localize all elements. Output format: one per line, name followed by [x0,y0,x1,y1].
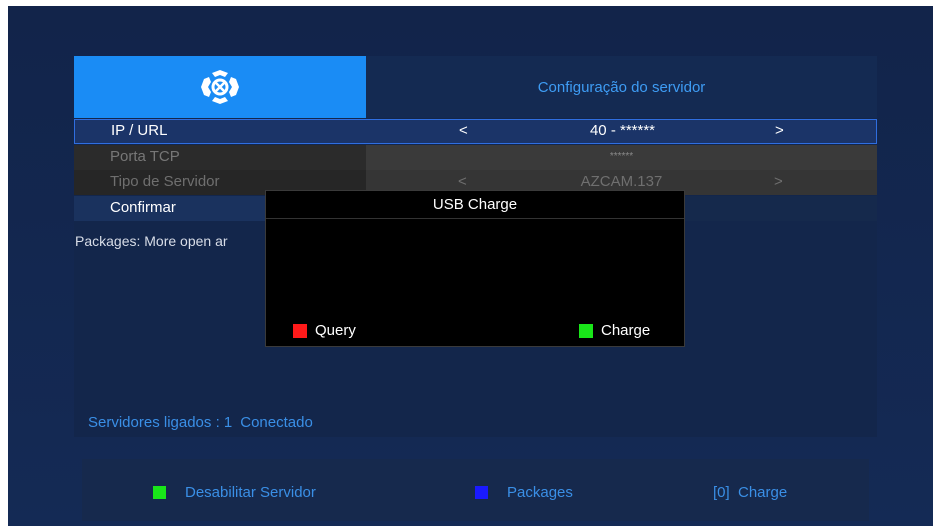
server-type-right-arrow[interactable]: > [774,173,783,190]
red-key-icon [293,323,307,338]
confirm-button[interactable]: Confirmar [110,199,176,216]
query-label: Query [315,322,356,339]
server-type-value: AZCAM.137 [580,173,663,190]
logo-header [74,56,366,118]
ip-url-row[interactable]: IP / URL < 40 - ****** > [74,119,877,144]
tcp-port-field[interactable]: ****** [366,145,877,170]
charge-label: Charge [601,322,651,339]
usb-charge-dialog: USB Charge Query Charge [265,190,685,347]
page-title: Configuração do servidor [366,56,877,118]
server-type-label: Tipo de Servidor [110,173,220,190]
dialog-divider [266,218,684,219]
footer-bar: Desabilitar Servidor Packages [0] Charge [82,459,869,521]
green-key-icon [153,486,166,499]
tcp-port-value: ****** [609,151,634,162]
packages-label: Packages [507,484,573,501]
charge-button[interactable]: Charge [579,322,650,339]
connected-servers-label: Servidores ligados : 1 [88,414,233,431]
server-status: Servidores ligados : 1 Conectado [88,414,321,431]
ip-url-label: IP / URL [111,122,168,139]
charge-key-button[interactable]: [0] Charge [713,484,787,501]
blue-key-icon [475,486,488,499]
tcp-port-label: Porta TCP [110,148,180,165]
packages-info-text: Packages: More open ar [75,233,228,249]
tcp-port-row[interactable]: Porta TCP ****** [74,145,877,170]
dialog-title: USB Charge [432,196,518,213]
connection-state: Conectado [240,414,313,431]
green-key-icon [579,323,593,338]
receiver-logo-icon [201,70,239,104]
ip-url-selector[interactable]: < 40 - ****** > [367,120,878,145]
packages-button[interactable]: Packages [475,484,573,501]
disable-server-button[interactable]: Desabilitar Servidor [153,484,316,501]
disable-server-label: Desabilitar Servidor [185,484,316,501]
ip-url-value: 40 - ****** [589,122,656,139]
charge-key-label: [0] Charge [713,484,788,501]
query-button[interactable]: Query [293,322,356,339]
ip-url-right-arrow[interactable]: > [775,122,784,139]
